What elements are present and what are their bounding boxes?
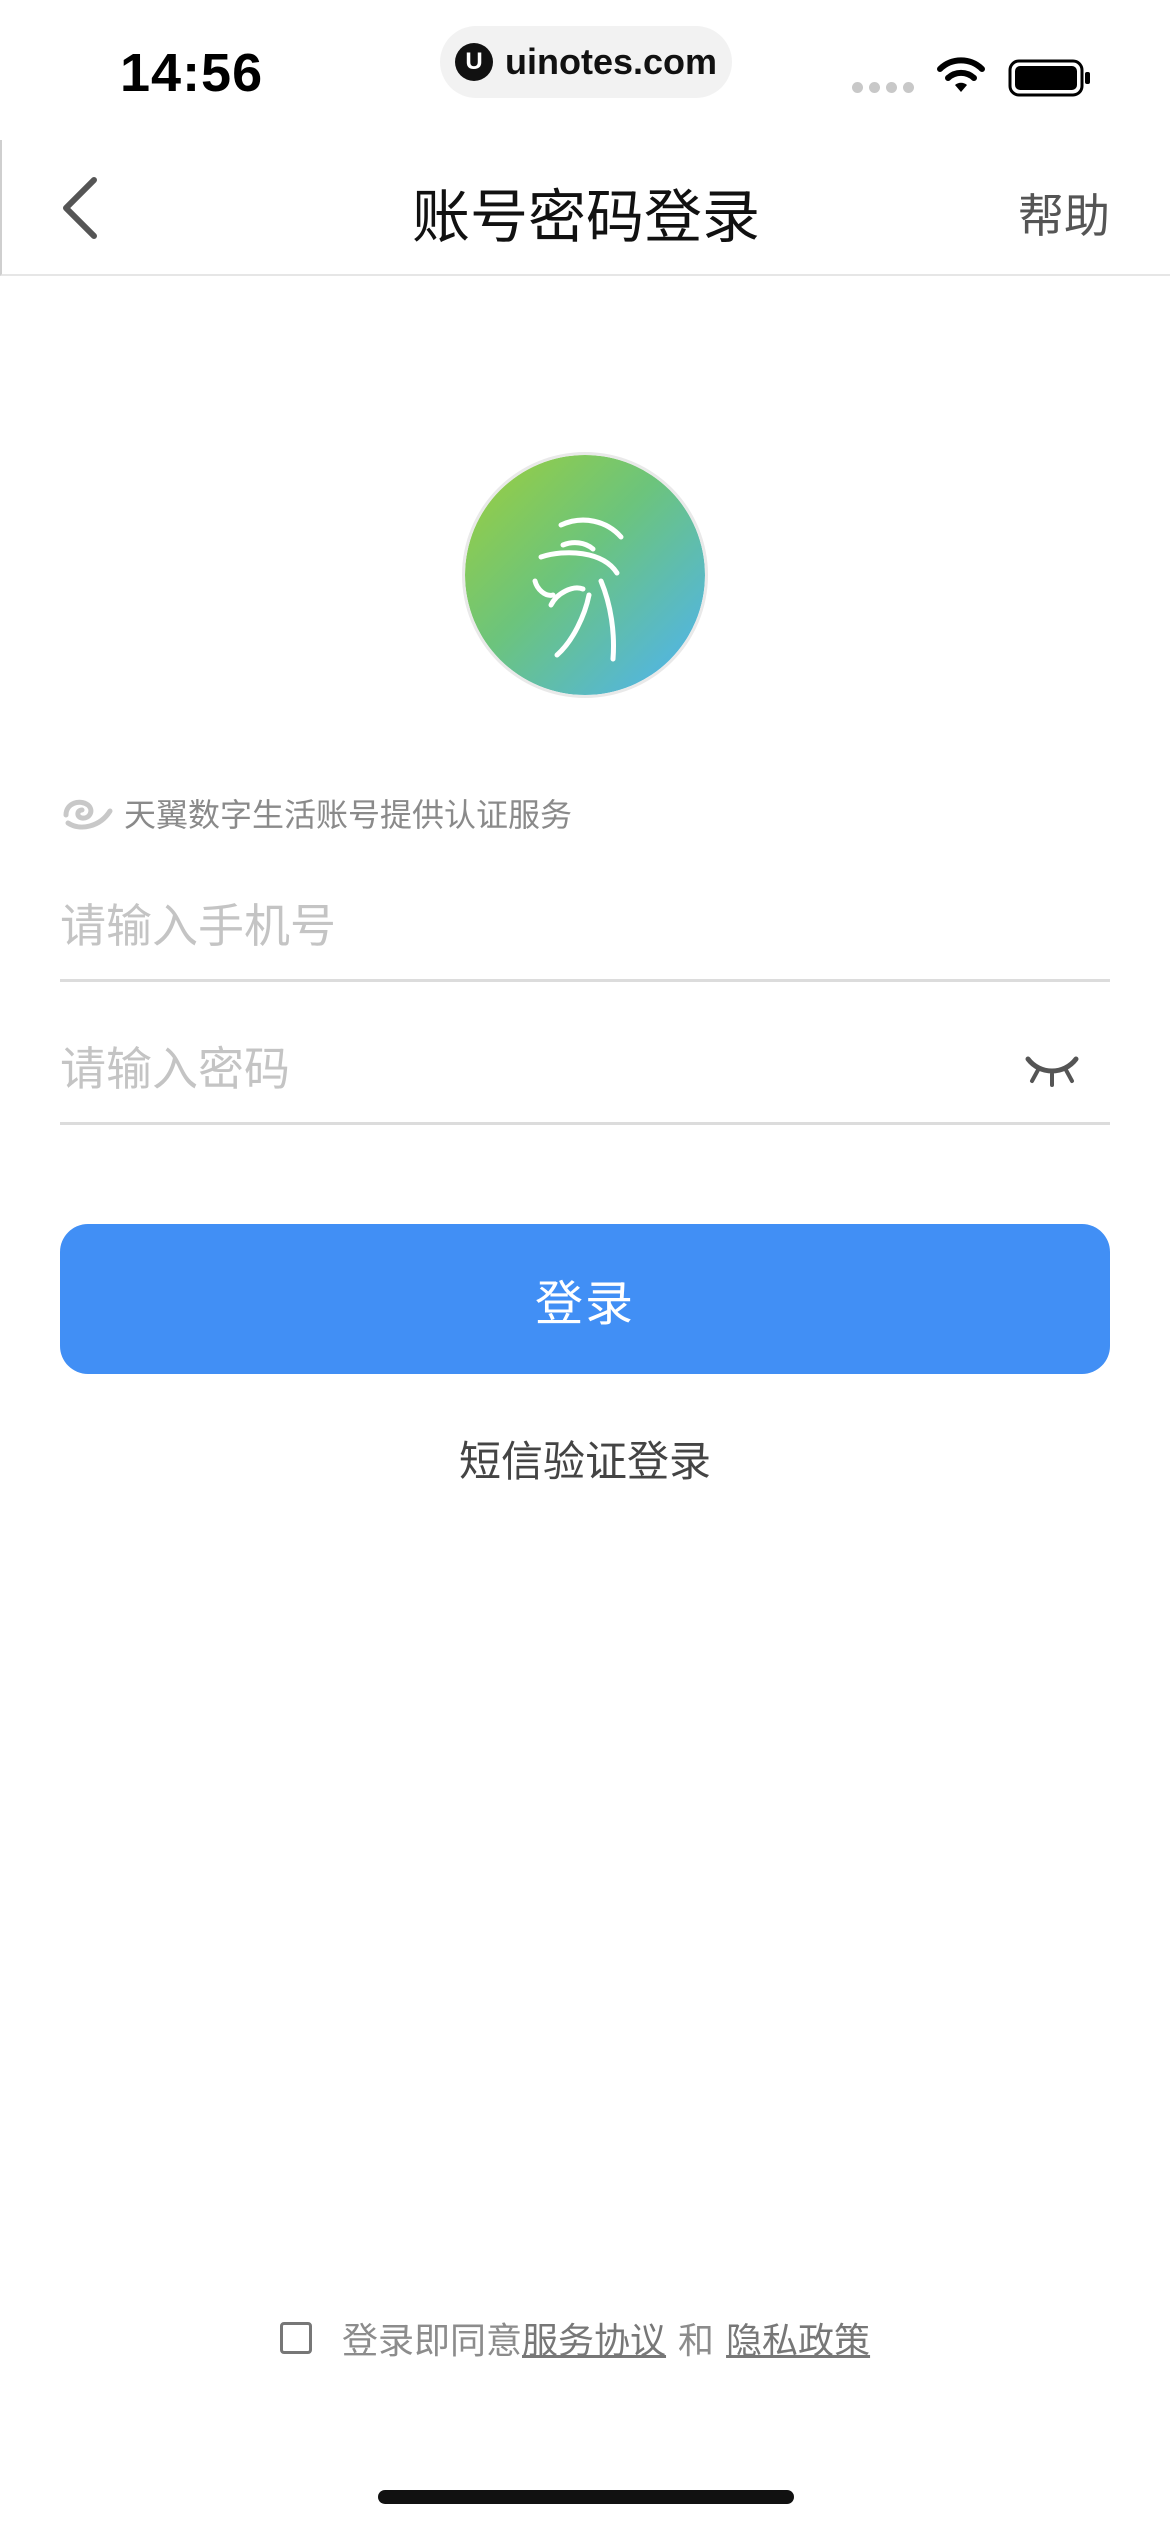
- phone-field: [60, 872, 1110, 982]
- agreement-prefix: 登录即同意: [342, 2321, 523, 2362]
- agreement-and: 和: [678, 2321, 715, 2362]
- agreement-row: 登录即同意 服务协议 和 隐私政策: [280, 2312, 870, 2364]
- sms-login-link[interactable]: 短信验证登录: [0, 1428, 1170, 1489]
- wifi-icon: [937, 57, 985, 92]
- app-logo: [465, 455, 705, 695]
- auth-provider-line: 天翼数字生活账号提供认证服务: [60, 790, 572, 836]
- url-pill[interactable]: U uinotes.com: [440, 26, 732, 98]
- eye-closed-icon[interactable]: [1024, 1053, 1080, 1087]
- url-text: uinotes.com: [504, 41, 718, 82]
- site-icon: U: [454, 43, 493, 81]
- agree-checkbox[interactable]: [280, 2322, 312, 2354]
- service-agreement-link[interactable]: 服务协议: [522, 2312, 666, 2364]
- password-field: [60, 1015, 1110, 1125]
- login-button[interactable]: 登录: [60, 1224, 1110, 1374]
- help-button[interactable]: 帮助: [1018, 180, 1110, 246]
- phone-input[interactable]: [60, 872, 1000, 979]
- tianyi-swirl-icon: [63, 799, 113, 830]
- status-bar: 14:56 U uinotes.com: [0, 0, 1170, 140]
- home-indicator: [378, 2490, 794, 2504]
- status-time: 14:56: [120, 43, 264, 103]
- battery-icon: [1008, 59, 1090, 97]
- cellular-signal-icon: [852, 82, 914, 93]
- privacy-policy-link[interactable]: 隐私政策: [726, 2312, 870, 2364]
- navigation-bar: 账号密码登录 帮助: [0, 140, 1170, 276]
- page-title: 账号密码登录: [411, 183, 760, 251]
- password-input[interactable]: [60, 1015, 1000, 1122]
- auth-provider-text: 天翼数字生活账号提供认证服务: [124, 796, 573, 834]
